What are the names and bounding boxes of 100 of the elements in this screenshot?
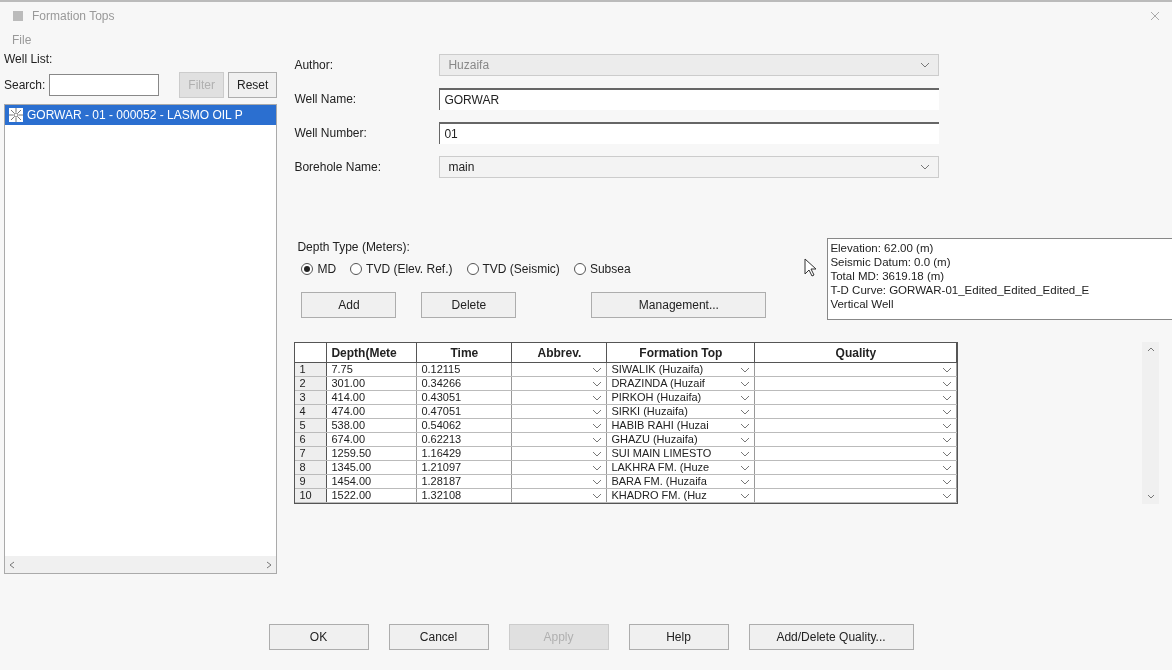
chevron-down-icon bbox=[740, 478, 751, 485]
row-number: 6 bbox=[295, 433, 328, 446]
management-button[interactable]: Management... bbox=[591, 292, 767, 318]
table-cell: 0.43051 bbox=[417, 391, 513, 404]
chevron-down-icon bbox=[740, 436, 751, 443]
field-label: Borehole Name: bbox=[294, 158, 383, 176]
chevron-down-icon bbox=[942, 408, 953, 415]
table-cell: 674.00 bbox=[327, 433, 418, 446]
dropdown-cell[interactable]: HABIB RAHI (Huzai bbox=[607, 419, 756, 432]
dialog-button[interactable]: Reset bbox=[228, 72, 278, 98]
chevron-down-icon bbox=[942, 464, 953, 471]
chevron-down-icon bbox=[740, 450, 751, 457]
chevron-down-icon bbox=[920, 163, 931, 170]
field-label: Well Name: bbox=[294, 90, 358, 108]
dialog-button[interactable]: Add/Delete Quality... bbox=[748, 624, 914, 650]
window-title: Formation Tops bbox=[32, 8, 115, 25]
chevron-down-icon bbox=[740, 380, 751, 387]
add-button[interactable]: Add bbox=[301, 292, 397, 318]
info-line: Seismic Datum: 0.0 (m) bbox=[830, 255, 952, 269]
table-cell: 1.21097 bbox=[417, 461, 513, 474]
table-cell: 301.00 bbox=[327, 377, 418, 390]
chevron-down-icon bbox=[740, 464, 751, 471]
info-line: T-D Curve: GORWAR-01_Edited_Edited_Edited_E bbox=[830, 283, 1091, 297]
chevron-down-icon bbox=[592, 422, 603, 429]
scroll-down-icon[interactable] bbox=[1146, 494, 1155, 500]
dropdown-cell[interactable]: BARA FM. (Huzaifa bbox=[607, 475, 756, 488]
sun-icon bbox=[9, 108, 23, 122]
dropdown-cell[interactable]: DRAZINDA (Huzaif bbox=[607, 377, 756, 390]
row-number: 1 bbox=[295, 363, 328, 376]
table-cell: 0.62213 bbox=[417, 433, 513, 446]
row-number: 7 bbox=[295, 447, 328, 460]
column-header[interactable]: Time bbox=[417, 343, 513, 362]
chevron-down-icon bbox=[592, 492, 603, 499]
cursor-icon bbox=[804, 258, 819, 278]
field-label: Well Number: bbox=[294, 124, 368, 142]
table-cell: 0.34266 bbox=[417, 377, 513, 390]
chevron-down-icon bbox=[942, 394, 953, 401]
chevron-down-icon bbox=[740, 394, 751, 401]
info-line: Elevation: 62.00 (m) bbox=[830, 241, 935, 255]
chevron-down-icon bbox=[592, 366, 603, 373]
dropdown-cell[interactable]: PIRKOH (Huzaifa) bbox=[607, 391, 756, 404]
column-header[interactable]: Depth(Mete bbox=[327, 343, 418, 362]
dropdown-cell[interactable]: GHAZU (Huzaifa) bbox=[607, 433, 756, 446]
chevron-down-icon bbox=[942, 380, 953, 387]
dropdown[interactable]: main bbox=[439, 155, 940, 178]
table-cell: 538.00 bbox=[327, 419, 418, 432]
row-number: 8 bbox=[295, 461, 328, 474]
row-number: 2 bbox=[295, 377, 328, 390]
chevron-down-icon bbox=[740, 492, 751, 499]
column-header[interactable]: Abbrev. bbox=[512, 343, 608, 362]
text-field[interactable]: 01 bbox=[439, 121, 940, 144]
info-line: Total MD: 3619.18 (m) bbox=[830, 269, 946, 283]
scroll-left-icon[interactable] bbox=[9, 560, 15, 569]
dropdown-cell[interactable]: SIRKI (Huzaifa) bbox=[607, 405, 756, 418]
dropdown-cell[interactable]: KHADRO FM. (Huz bbox=[607, 489, 756, 502]
radio-option[interactable]: Subsea bbox=[573, 260, 631, 278]
chevron-down-icon bbox=[942, 366, 953, 373]
chevron-down-icon bbox=[942, 450, 953, 457]
chevron-down-icon bbox=[592, 408, 603, 415]
well-list-item[interactable]: GORWAR - 01 - 000052 - LASMO OIL P bbox=[5, 105, 277, 125]
text-field[interactable]: GORWAR bbox=[439, 87, 940, 110]
search-field[interactable] bbox=[49, 74, 160, 96]
chevron-down-icon bbox=[592, 380, 603, 387]
table-cell: 1.32108 bbox=[417, 489, 513, 502]
chevron-down-icon bbox=[920, 61, 931, 68]
column-header[interactable]: Formation Top bbox=[607, 343, 756, 362]
row-number: 9 bbox=[295, 475, 328, 488]
chevron-down-icon bbox=[942, 436, 953, 443]
table-cell: 0.54062 bbox=[417, 419, 513, 432]
radio-option[interactable]: TVD (Seismic) bbox=[466, 260, 560, 278]
table-cell: 1259.50 bbox=[327, 447, 418, 460]
dropdown-cell[interactable]: LAKHRA FM. (Huze bbox=[607, 461, 756, 474]
section-label: Well List: bbox=[4, 51, 54, 68]
scroll-right-icon[interactable] bbox=[266, 560, 273, 569]
dialog-button[interactable]: Cancel bbox=[388, 624, 489, 650]
radio-option[interactable]: MD bbox=[301, 260, 337, 278]
row-number: 10 bbox=[295, 489, 328, 502]
table-cell: 1.16429 bbox=[417, 447, 513, 460]
close-icon[interactable] bbox=[1150, 11, 1160, 21]
row-number: 5 bbox=[295, 419, 328, 432]
table-cell: 1345.00 bbox=[327, 461, 418, 474]
dialog-button[interactable]: Help bbox=[628, 624, 729, 650]
field-label: Author: bbox=[294, 56, 335, 74]
group-label: Depth Type (Meters): bbox=[296, 239, 411, 256]
dropdown-cell[interactable]: SUI MAIN LIMESTO bbox=[607, 447, 756, 460]
row-number: 3 bbox=[295, 391, 328, 404]
column-header[interactable]: Quality bbox=[755, 343, 958, 362]
radio-option[interactable]: TVD (Elev. Ref.) bbox=[350, 260, 453, 278]
dialog-button[interactable]: OK bbox=[268, 624, 369, 650]
scroll-up-icon[interactable] bbox=[1146, 346, 1155, 352]
chevron-down-icon bbox=[592, 450, 603, 457]
chevron-down-icon bbox=[592, 478, 603, 485]
chevron-down-icon bbox=[942, 422, 953, 429]
chevron-down-icon bbox=[740, 422, 751, 429]
chevron-down-icon bbox=[942, 478, 953, 485]
table-cell: 0.12115 bbox=[417, 363, 513, 376]
delete-button[interactable]: Delete bbox=[421, 292, 517, 318]
dropdown-cell[interactable]: SIWALIK (Huzaifa) bbox=[607, 363, 756, 376]
search-label: Search: bbox=[4, 77, 46, 94]
chevron-down-icon bbox=[740, 366, 751, 373]
